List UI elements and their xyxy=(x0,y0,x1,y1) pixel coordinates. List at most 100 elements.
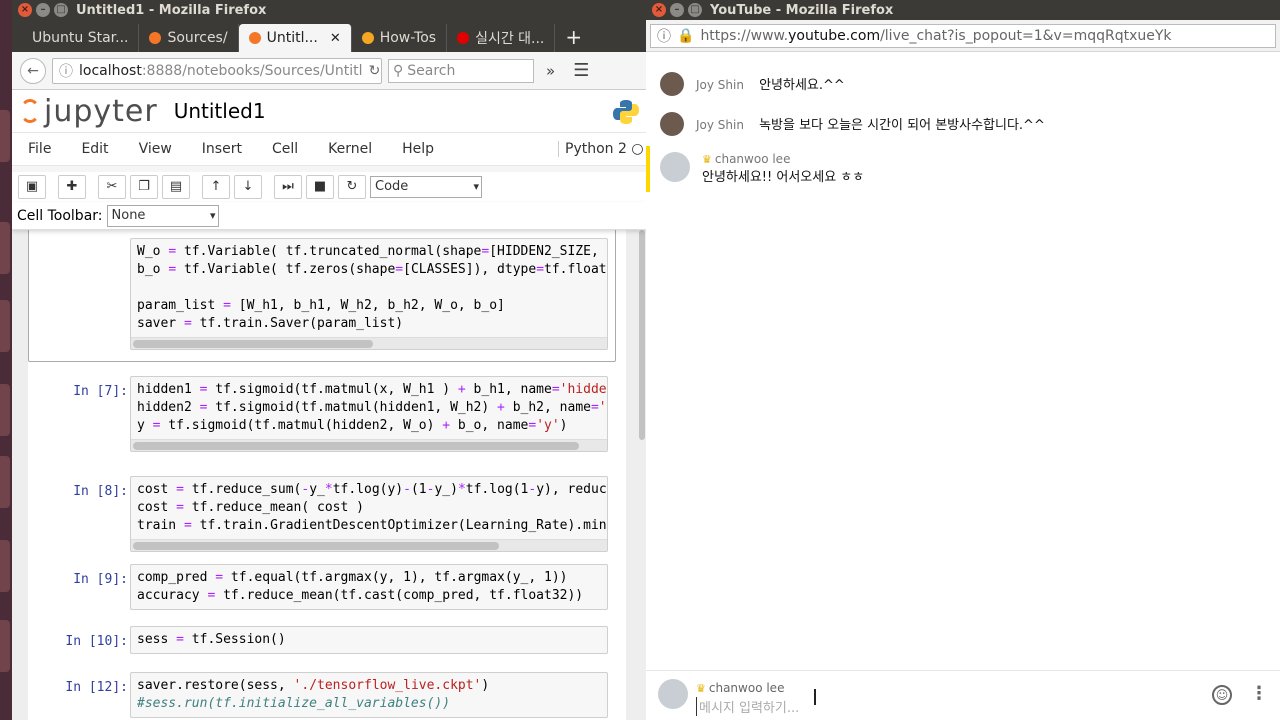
cell-horizontal-scrollbar[interactable] xyxy=(131,439,607,451)
search-placeholder: Search xyxy=(407,62,456,79)
cell-horizontal-scrollbar[interactable] xyxy=(131,337,607,349)
minimize-window-button[interactable]: – xyxy=(36,3,50,17)
jupyter-logo-text: jupyter xyxy=(44,93,158,129)
cell-code[interactable]: saver.restore(sess, './tensorflow_live.c… xyxy=(131,673,607,717)
cell-type-select[interactable]: Code xyxy=(370,176,482,198)
notebook-scrollbar[interactable] xyxy=(638,230,646,720)
minimize-window-button[interactable]: – xyxy=(670,3,684,17)
tab-0[interactable]: Ubuntu Star... xyxy=(22,24,140,52)
emoji-icon[interactable]: ☺ xyxy=(1212,685,1232,705)
overflow-chevron-icon[interactable]: » xyxy=(540,62,561,80)
stop-icon[interactable]: ■ xyxy=(306,175,334,199)
cell-code[interactable]: sess = tf.Session() xyxy=(131,627,607,653)
cell-horizontal-scrollbar[interactable] xyxy=(131,539,607,551)
launcher-item[interactable] xyxy=(0,222,10,274)
url-host: youtube.com xyxy=(788,27,881,44)
save-icon[interactable]: ▣ xyxy=(18,175,46,199)
info-icon[interactable]: ⓘ xyxy=(59,61,73,81)
new-tab-button[interactable]: + xyxy=(555,24,592,52)
move-up-icon[interactable]: ↑ xyxy=(202,175,230,199)
cell-prompt: In [7]: xyxy=(73,384,128,399)
chat-author[interactable]: chanwoo lee xyxy=(715,152,791,166)
back-button[interactable]: ← xyxy=(20,57,46,84)
crown-icon: ♛ xyxy=(696,682,706,695)
cell-code[interactable]: hidden1 = tf.sigmoid(tf.matmul(x, W_h1 )… xyxy=(131,377,607,439)
menu-kernel[interactable]: Kernel xyxy=(328,141,372,157)
menu-cell[interactable]: Cell xyxy=(272,141,298,157)
cell-input[interactable]: hidden1 = tf.sigmoid(tf.matmul(x, W_h1 )… xyxy=(130,376,608,452)
notebook-area: W_o = tf.Variable( tf.truncated_normal(s… xyxy=(12,230,646,720)
cell-prompt: In [12]: xyxy=(65,680,128,695)
tab-1[interactable]: Sources/ xyxy=(139,24,239,52)
tab-label: How-Tos xyxy=(379,30,437,46)
navigation-toolbar: ← ⓘ localhost:8888/notebooks/Sources/Unt… xyxy=(12,52,646,90)
url-path: :8888/notebooks/Sources/Untitl xyxy=(141,62,363,79)
launcher-item[interactable] xyxy=(0,456,10,508)
cell-input[interactable]: comp_pred = tf.equal(tf.argmax(y, 1), tf… xyxy=(130,564,608,610)
tab-label: Ubuntu Star... xyxy=(32,30,129,46)
menu-help[interactable]: Help xyxy=(402,141,434,157)
url-bar[interactable]: ⓘ localhost:8888/notebooks/Sources/Untit… xyxy=(52,57,382,84)
launcher-item[interactable] xyxy=(0,300,10,352)
cell-toolbar-select[interactable]: None xyxy=(106,204,219,227)
avatar[interactable] xyxy=(660,72,684,96)
copy-icon[interactable]: ❐ xyxy=(130,175,158,199)
cell-input[interactable]: cost = tf.reduce_sum(-y_*tf.log(y)-(1-y_… xyxy=(130,476,608,552)
run-icon[interactable]: ⏭ xyxy=(274,175,302,199)
launcher-item[interactable] xyxy=(0,620,10,672)
avatar[interactable] xyxy=(660,152,690,182)
close-window-button[interactable]: × xyxy=(18,3,32,17)
close-tab-icon[interactable]: ✕ xyxy=(330,31,341,46)
notebook-name[interactable]: Untitled1 xyxy=(174,99,266,123)
menu-edit[interactable]: Edit xyxy=(81,141,108,157)
maximize-window-button[interactable]: □ xyxy=(54,3,68,17)
cell-input[interactable]: W_o = tf.Variable( tf.truncated_normal(s… xyxy=(130,238,608,350)
firefox-window-youtube: × – □ YouTube - Mozilla Firefox ⓘ 🔒 http… xyxy=(646,0,1280,720)
tab-3[interactable]: How-Tos xyxy=(352,24,448,52)
chat-text: 안녕하세요!! 어서오세요 ㅎㅎ xyxy=(702,170,865,185)
launcher-item[interactable] xyxy=(0,110,10,162)
jupyter-header: jupyter Untitled1 xyxy=(12,90,646,132)
search-input[interactable]: ⚲ Search xyxy=(388,58,534,83)
tab-2[interactable]: Untitl... ✕ xyxy=(238,24,352,52)
chat-message: Joy Shin 녹방을 보다 오늘은 시간이 되어 본방사수합니다.^^ xyxy=(646,112,1280,138)
tab-label: Sources/ xyxy=(167,30,228,46)
url-bar[interactable]: ⓘ 🔒 https://www.youtube.com/live_chat?is… xyxy=(650,23,1276,48)
restart-icon[interactable]: ↻ xyxy=(338,175,366,199)
jupyter-logo-icon xyxy=(20,99,40,123)
tab-favicon-icon xyxy=(149,32,162,44)
paste-icon[interactable]: ▤ xyxy=(162,175,190,199)
maximize-window-button[interactable]: □ xyxy=(688,3,702,17)
cut-icon[interactable]: ✂ xyxy=(98,175,126,199)
chat-author[interactable]: Joy Shin xyxy=(696,118,744,132)
cell-toolbar-label: Cell Toolbar: xyxy=(17,207,103,224)
info-icon[interactable]: ⓘ xyxy=(657,26,671,46)
cell-prompt: In [10]: xyxy=(65,634,128,649)
chat-text: 안녕하세요.^^ xyxy=(759,78,845,93)
composer-author: chanwoo lee xyxy=(708,681,785,695)
cell-code[interactable]: W_o = tf.Variable( tf.truncated_normal(s… xyxy=(131,239,607,337)
tab-strip: Ubuntu Star... Sources/Untitl... ✕ How-Tos 실… xyxy=(12,20,646,52)
launcher-item[interactable] xyxy=(0,384,10,436)
chat-author[interactable]: Joy Shin xyxy=(696,78,744,92)
menu-view[interactable]: View xyxy=(139,141,172,157)
avatar[interactable] xyxy=(660,112,684,136)
chat-message-input[interactable]: 메시지 입력하기... xyxy=(696,697,799,716)
cell-code[interactable]: comp_pred = tf.equal(tf.argmax(y, 1), tf… xyxy=(131,565,607,609)
reload-icon[interactable]: ↻ xyxy=(369,63,381,79)
launcher-item[interactable] xyxy=(0,540,10,592)
tab-4[interactable]: 실시간 대... xyxy=(447,24,556,52)
menu-file[interactable]: File xyxy=(28,141,51,157)
more-options-icon[interactable]: ⋮ xyxy=(1250,683,1268,704)
insert-cell-icon[interactable]: ✚ xyxy=(58,175,86,199)
menu-insert[interactable]: Insert xyxy=(202,141,242,157)
cell-code[interactable]: cost = tf.reduce_sum(-y_*tf.log(y)-(1-y_… xyxy=(131,477,607,539)
move-down-icon[interactable]: ↓ xyxy=(234,175,262,199)
close-window-button[interactable]: × xyxy=(652,3,666,17)
jupyter-logo[interactable]: jupyter xyxy=(20,94,158,129)
tab-label: Untitl... xyxy=(266,30,318,46)
cell-input[interactable]: sess = tf.Session() xyxy=(130,626,608,654)
hamburger-menu-icon[interactable]: ☰ xyxy=(567,60,595,81)
cell-input[interactable]: saver.restore(sess, './tensorflow_live.c… xyxy=(130,672,608,718)
window-titlebar: × – □ Untitled1 - Mozilla Firefox xyxy=(12,0,646,20)
